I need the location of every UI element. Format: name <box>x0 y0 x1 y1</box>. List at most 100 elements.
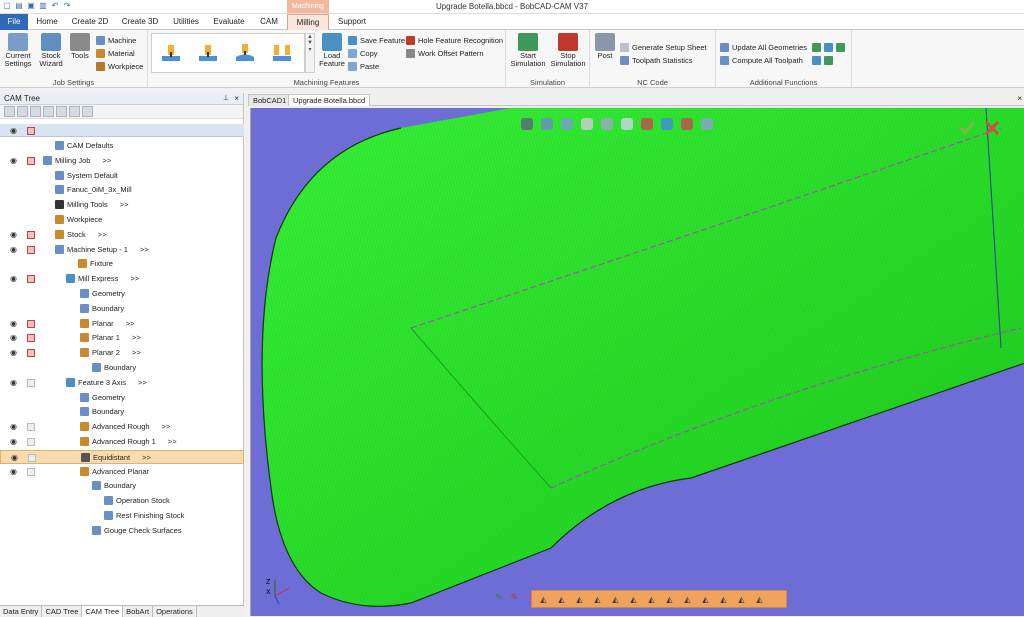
gallery-scroll[interactable]: ▲ ▼ ▾ <box>305 33 315 73</box>
status-flag-icon[interactable] <box>27 275 35 284</box>
doc-tab-upgrade-botella[interactable]: Upgrade Botella.bbcd <box>288 94 371 106</box>
tree-row[interactable]: ◉ Stock >> <box>0 228 244 242</box>
copy-button[interactable]: Copy <box>348 48 378 59</box>
extra-function-button-2[interactable] <box>824 42 836 53</box>
view-tool-icon[interactable] <box>581 118 593 130</box>
view-tool-icon[interactable] <box>601 118 613 130</box>
work-offset-pattern-button[interactable]: Work Offset Pattern <box>406 48 484 59</box>
tree-row[interactable]: Boundary <box>0 361 244 375</box>
tab-home[interactable]: Home <box>32 14 62 30</box>
view-orient-icon[interactable]: ◭ <box>628 594 639 605</box>
feature-gallery-item-2[interactable] <box>197 42 219 64</box>
tree-tool-icon-7[interactable] <box>82 106 93 117</box>
tree-tool-icon-6[interactable] <box>69 106 80 117</box>
view-tool-icon[interactable] <box>681 118 693 130</box>
tab-cad-tree[interactable]: CAD Tree <box>42 606 83 617</box>
view-orient-icon[interactable]: ◭ <box>700 594 711 605</box>
material-button[interactable]: Material <box>96 48 135 59</box>
tree-row[interactable]: Workpiece <box>0 213 244 227</box>
stock-wizard-button[interactable]: Stock Wizard <box>36 33 66 68</box>
visibility-icon[interactable]: ◉ <box>11 453 19 462</box>
view-orient-icon[interactable]: ◭ <box>538 594 549 605</box>
post-button[interactable]: Post <box>594 33 616 60</box>
tree-tool-icon-3[interactable] <box>30 106 41 117</box>
tree-node-expand[interactable]: >> <box>132 333 141 342</box>
tree-row[interactable]: ◉ Advanced Rough >> <box>0 420 244 434</box>
view-tool-icon[interactable] <box>621 118 633 130</box>
status-flag-icon[interactable] <box>27 319 35 328</box>
status-flag-icon[interactable] <box>27 334 35 343</box>
tree-row[interactable]: ◉ Planar >> <box>0 317 244 331</box>
extra-function-button-1[interactable] <box>812 42 824 53</box>
view-orient-icon[interactable]: ◭ <box>556 594 567 605</box>
tree-row[interactable]: Fixture <box>0 257 244 271</box>
tree-row[interactable]: Operation Stock <box>0 494 244 508</box>
visibility-icon[interactable]: ◉ <box>10 127 18 135</box>
status-flag-icon[interactable] <box>27 230 35 239</box>
tree-node-expand[interactable]: >> <box>98 230 107 239</box>
workpiece-button[interactable]: Workpiece <box>96 61 143 72</box>
tab-evaluate[interactable]: Evaluate <box>210 14 248 30</box>
close-icon[interactable]: × <box>234 93 239 105</box>
3d-viewport[interactable]: Z X ✎ ✎ ◭ ◭ ◭ ◭ ◭ ◭ ◭ ◭ ◭ ◭ ◭ ◭ ◭ <box>250 108 1024 616</box>
feature-gallery-item-4[interactable] <box>271 42 293 64</box>
tree-node-expand[interactable]: >> <box>162 422 171 431</box>
visibility-icon[interactable]: ◉ <box>10 245 18 254</box>
visibility-icon[interactable]: ◉ <box>10 349 18 357</box>
status-flag-icon[interactable] <box>27 156 35 165</box>
status-flag-icon[interactable] <box>27 378 35 387</box>
view-orient-icon[interactable]: ◭ <box>754 594 765 605</box>
extra-function-button-5[interactable] <box>824 55 836 66</box>
tree-node-expand[interactable]: >> <box>130 274 139 283</box>
visibility-icon[interactable]: ◉ <box>10 319 18 328</box>
view-orient-icon[interactable]: ◭ <box>736 594 747 605</box>
extra-function-button-3[interactable] <box>836 42 848 53</box>
pin-icon[interactable]: ⊥ <box>223 93 229 105</box>
tree-row[interactable]: Geometry <box>0 391 244 405</box>
tab-create-3d[interactable]: Create 3D <box>118 14 162 30</box>
current-settings-button[interactable]: Current Settings <box>3 33 33 68</box>
tree-node-expand[interactable]: >> <box>102 156 111 165</box>
tree-tool-icon-2[interactable] <box>17 106 28 117</box>
status-flag-icon[interactable] <box>27 349 35 358</box>
visibility-icon[interactable]: ◉ <box>10 230 18 239</box>
tab-file[interactable]: File <box>0 14 28 30</box>
tab-cam-tree[interactable]: CAM Tree <box>82 606 124 617</box>
tab-milling[interactable]: Milling <box>287 14 329 30</box>
tree-row[interactable]: Geometry <box>0 287 244 301</box>
tab-support[interactable]: Support <box>334 14 370 30</box>
tree-row[interactable]: Boundary <box>0 405 244 419</box>
tree-tool-icon-4[interactable] <box>43 106 54 117</box>
tree-row[interactable]: ◉ Advanced Rough 1 >> <box>0 435 244 449</box>
tab-create-2d[interactable]: Create 2D <box>68 14 112 30</box>
visibility-icon[interactable]: ◉ <box>10 438 18 446</box>
stop-simulation-button[interactable]: Stop Simulation <box>550 33 586 68</box>
status-flag-icon[interactable] <box>27 438 35 446</box>
tree-tool-icon-1[interactable] <box>4 106 15 117</box>
paste-button[interactable]: Paste <box>348 61 379 72</box>
save-feature-button[interactable]: Save Feature <box>348 35 405 46</box>
tree-node-expand[interactable]: >> <box>140 245 149 254</box>
tree-node-expand[interactable]: >> <box>142 453 151 462</box>
feature-gallery-item-1[interactable] <box>160 42 182 64</box>
tree-row[interactable]: ◉ Planar 2 >> <box>0 346 244 360</box>
snap-icon[interactable]: ✎ <box>511 592 519 603</box>
view-orient-icon[interactable]: ◭ <box>664 594 675 605</box>
extra-function-button-4[interactable] <box>812 55 824 66</box>
machine-button[interactable]: Machine <box>96 35 136 46</box>
tree-row[interactable]: ◉ Machine Setup - 1 >> <box>0 243 244 257</box>
tree-row[interactable]: ◉ Feature 3 Axis >> <box>0 376 244 390</box>
tree-row[interactable]: ◉ Milling Job >> <box>0 154 244 168</box>
hole-feature-recognition-button[interactable]: Hole Feature Recognition <box>406 35 503 46</box>
tree-row[interactable]: CAM Defaults <box>0 139 244 153</box>
tree-row[interactable]: ◉ Advanced Planar <box>0 465 244 479</box>
tree-node-expand[interactable]: >> <box>126 319 135 328</box>
view-tool-icon[interactable] <box>701 118 713 130</box>
start-simulation-button[interactable]: Start Simulation <box>510 33 546 68</box>
tree-node-expand[interactable]: >> <box>138 378 147 387</box>
tab-cam[interactable]: CAM <box>254 14 284 30</box>
visibility-icon[interactable]: ◉ <box>10 156 18 165</box>
feature-gallery-item-3[interactable] <box>234 42 256 64</box>
generate-setup-sheet-button[interactable]: Generate Setup Sheet <box>620 42 707 53</box>
ok-check-icon[interactable] <box>958 120 976 136</box>
